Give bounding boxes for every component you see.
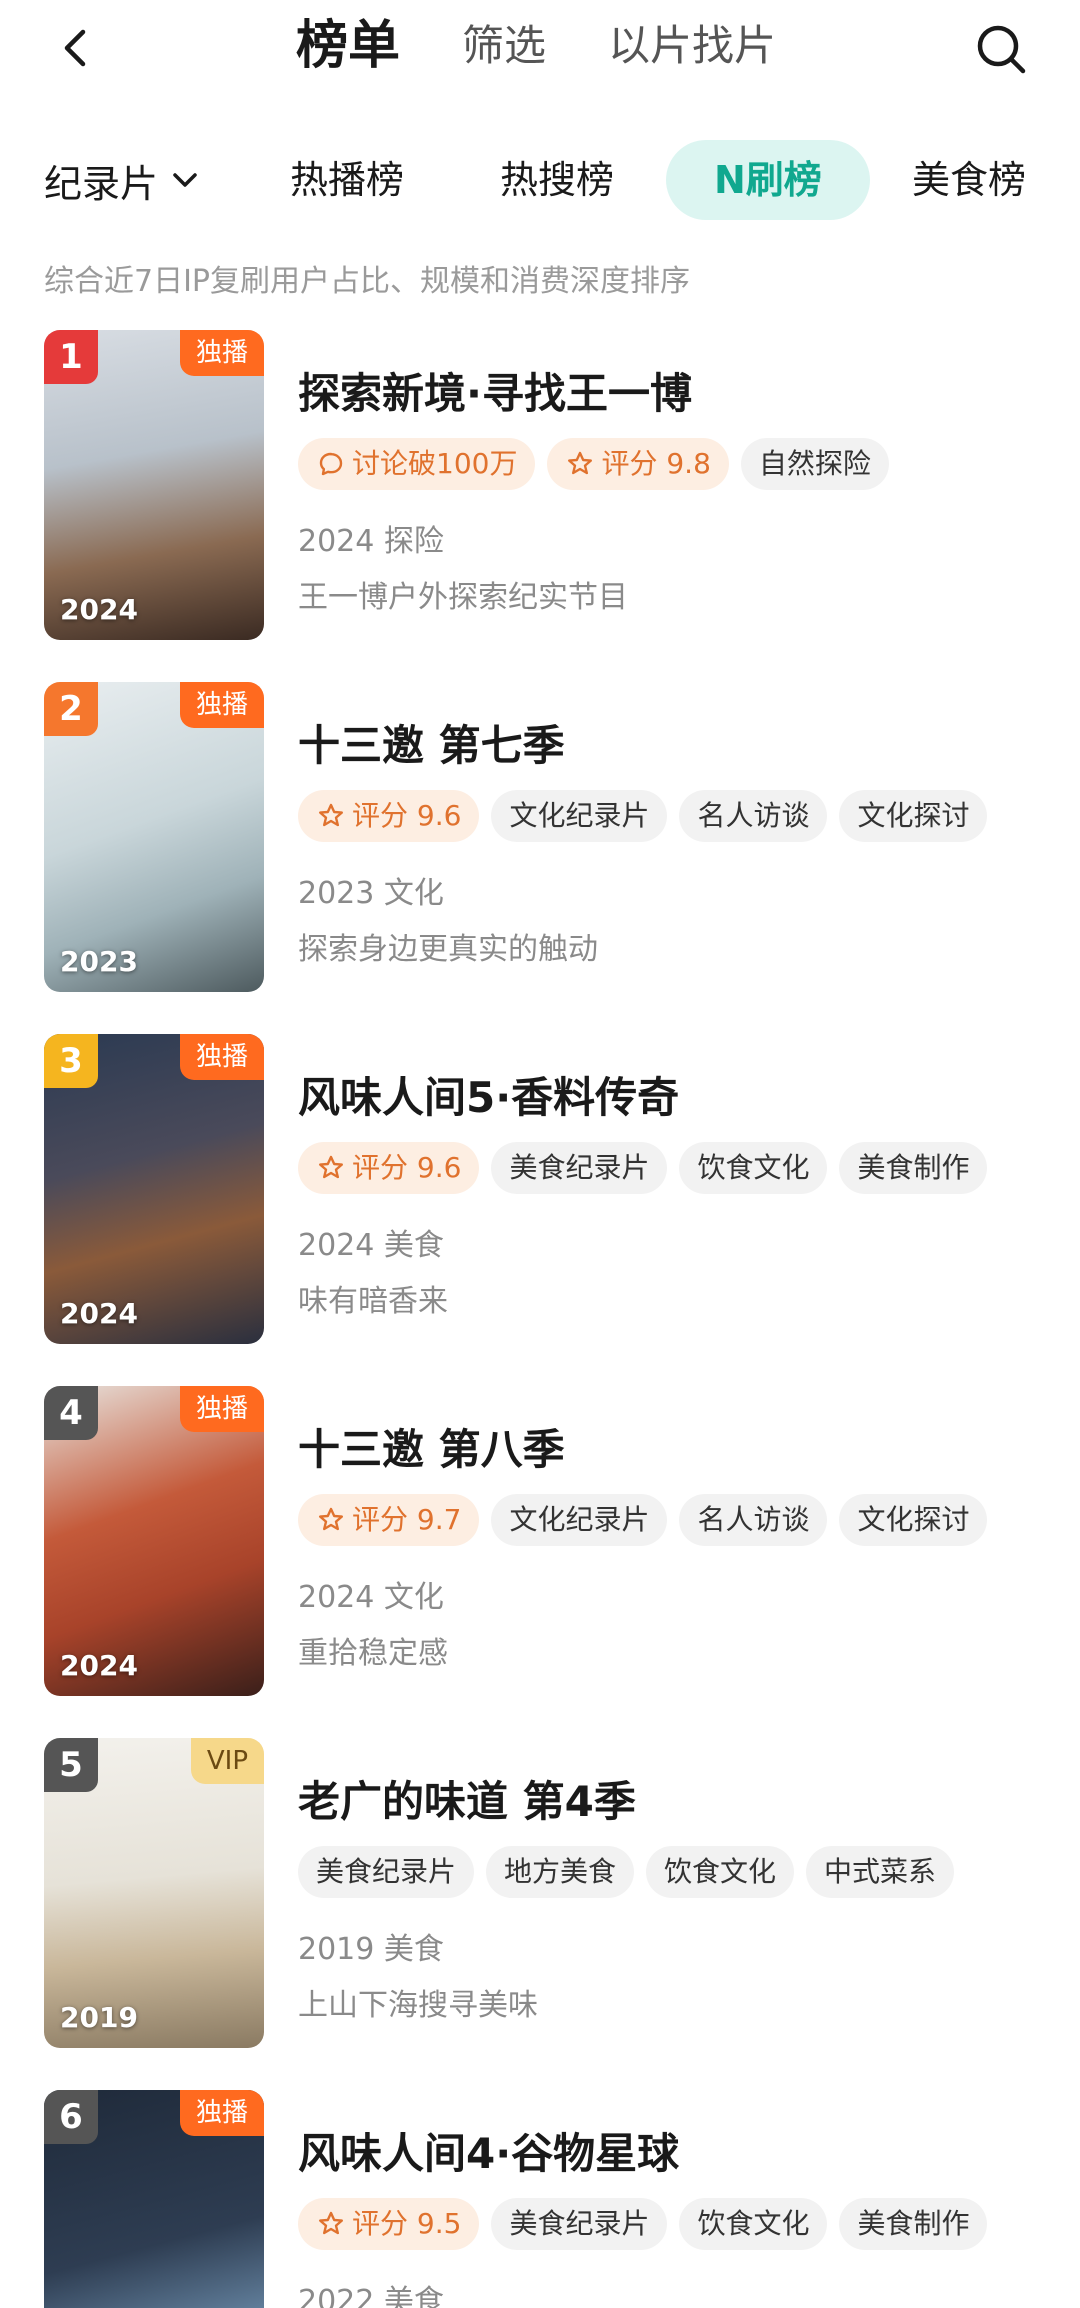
- poster[interactable]: 1 独播 2024: [44, 330, 264, 640]
- category-dropdown[interactable]: 纪录片: [44, 140, 202, 220]
- rank-badge: 4: [44, 1386, 98, 1440]
- genre-tag: 文化探讨: [839, 1494, 988, 1546]
- show-title[interactable]: 风味人间4·谷物星球: [298, 2120, 679, 2181]
- exclusive-badge: 独播: [179, 682, 264, 728]
- year-genre: 2022 美食: [298, 2284, 444, 2308]
- rank-badge: 3: [44, 1034, 98, 1088]
- category-dropdown-label: 纪录片: [44, 161, 159, 206]
- category-row: 纪录片 热播榜 热搜榜 N刷榜 美食榜: [0, 140, 1080, 220]
- rating-tag: 评分 9.7: [298, 1494, 480, 1546]
- rank-badge: 2: [44, 682, 98, 736]
- rating-tag-label: 评分 9.8: [601, 447, 711, 480]
- list-item[interactable]: 5 VIP 2019 老广的味道 第4季 美食纪录片 地方美食 饮食文化 中式菜…: [0, 1738, 1080, 2048]
- chevron-down-icon: [173, 173, 197, 187]
- tab-ranking[interactable]: 榜单: [296, 14, 400, 78]
- genre-tag: 饮食文化: [679, 1142, 828, 1194]
- ranking-page: 榜单 筛选 以片找片 纪录片 热播榜 热搜榜 N刷榜 美食榜 综合近7日IP复刷…: [0, 0, 1080, 2308]
- vip-badge: VIP: [190, 1738, 264, 1784]
- star-icon: [568, 451, 593, 475]
- star-icon: [318, 2211, 343, 2235]
- star-icon: [318, 1155, 343, 1179]
- exclusive-badge: 独播: [179, 1034, 264, 1080]
- show-description: 探索身边更真实的触动: [298, 932, 598, 967]
- poster-year: 2024: [60, 1649, 138, 1682]
- back-button[interactable]: [50, 22, 102, 74]
- discussion-tag: 讨论破100万: [298, 438, 536, 490]
- genre-tag: 美食纪录片: [491, 1142, 668, 1194]
- rating-tag: 评分 9.5: [298, 2198, 480, 2250]
- rank-badge: 1: [44, 330, 98, 384]
- exclusive-badge: 独播: [179, 330, 264, 376]
- year-genre: 2024 探险: [298, 524, 444, 559]
- poster[interactable]: 3 独播 2024: [44, 1034, 264, 1344]
- list-item[interactable]: 2 独播 2023 十三邀 第七季 评分 9.6 文化纪录片 名人访谈 文化探讨…: [0, 682, 1080, 992]
- show-title[interactable]: 十三邀 第七季: [298, 712, 565, 773]
- rating-tag: 评分 9.6: [298, 1142, 480, 1194]
- poster-year: 2019: [60, 2001, 138, 2034]
- genre-tag: 饮食文化: [646, 1846, 795, 1898]
- genre-tag: 美食纪录片: [298, 1846, 475, 1898]
- ranking-description: 综合近7日IP复刷用户占比、规模和消费深度排序: [44, 264, 691, 299]
- list-item[interactable]: 1 独播 2024 探索新境·寻找王一博 讨论破100万 评分 9.8 自然探险…: [0, 330, 1080, 640]
- chat-bubble-icon: [319, 452, 343, 476]
- genre-tag: 美食制作: [839, 1142, 988, 1194]
- poster-year: 2024: [60, 1297, 138, 1330]
- top-nav: 榜单 筛选 以片找片: [0, 0, 1080, 100]
- star-icon: [318, 1507, 343, 1531]
- year-genre: 2023 文化: [298, 876, 444, 911]
- genre-tag: 名人访谈: [679, 1494, 828, 1546]
- show-description: 上山下海搜寻美味: [298, 1988, 538, 2023]
- search-button[interactable]: [972, 20, 1030, 78]
- genre-tag: 美食制作: [839, 2198, 988, 2250]
- exclusive-badge: 独播: [179, 1386, 264, 1432]
- list-item[interactable]: 3 独播 2024 风味人间5·香料传奇 评分 9.6 美食纪录片 饮食文化 美…: [0, 1034, 1080, 1344]
- year-genre: 2019 美食: [298, 1932, 444, 1967]
- star-icon: [318, 803, 343, 827]
- show-description: 味有暗香来: [298, 1284, 448, 1319]
- genre-tag: 文化纪录片: [491, 1494, 668, 1546]
- poster[interactable]: 2 独播 2023: [44, 682, 264, 992]
- list-item[interactable]: 4 独播 2024 十三邀 第八季 评分 9.7 文化纪录片 名人访谈 文化探讨…: [0, 1386, 1080, 1696]
- rank-badge: 5: [44, 1738, 98, 1792]
- tab-filter[interactable]: 筛选: [462, 14, 546, 78]
- rating-tag-label: 评分 9.6: [352, 1151, 462, 1184]
- exclusive-badge: 独播: [179, 2090, 264, 2136]
- poster[interactable]: 6 独播: [44, 2090, 264, 2308]
- tab-hot-play[interactable]: 热播榜: [290, 140, 404, 220]
- show-title[interactable]: 老广的味道 第4季: [298, 1768, 636, 1829]
- year-genre: 2024 文化: [298, 1580, 444, 1615]
- search-icon: [977, 25, 1026, 74]
- tab-hot-search[interactable]: 热搜榜: [500, 140, 614, 220]
- genre-tag: 文化纪录片: [491, 790, 668, 842]
- show-title[interactable]: 十三邀 第八季: [298, 1416, 565, 1477]
- tab-food[interactable]: 美食榜: [912, 140, 1026, 220]
- back-arrow-icon: [64, 29, 86, 67]
- genre-tag: 美食纪录片: [491, 2198, 668, 2250]
- poster[interactable]: 5 VIP 2019: [44, 1738, 264, 2048]
- list-item[interactable]: 6 独播 风味人间4·谷物星球 评分 9.5 美食纪录片 饮食文化 美食制作 2…: [0, 2090, 1080, 2308]
- poster-year: 2023: [60, 945, 138, 978]
- rating-tag: 评分 9.6: [298, 790, 480, 842]
- rank-badge: 6: [44, 2090, 98, 2144]
- genre-tag: 饮食文化: [679, 2198, 828, 2250]
- discussion-tag-label: 讨论破100万: [352, 447, 518, 480]
- genre-tag: 自然探险: [740, 438, 889, 490]
- tab-n-rewatch[interactable]: N刷榜: [666, 140, 870, 220]
- genre-tag: 文化探讨: [839, 790, 988, 842]
- genre-tag: 中式菜系: [806, 1846, 955, 1898]
- show-title[interactable]: 风味人间5·香料传奇: [298, 1064, 679, 1125]
- tab-find-by-show[interactable]: 以片找片: [608, 14, 776, 78]
- year-genre: 2024 美食: [298, 1228, 444, 1263]
- rating-tag-label: 评分 9.5: [352, 2207, 462, 2240]
- genre-tag: 地方美食: [486, 1846, 635, 1898]
- genre-tag: 名人访谈: [679, 790, 828, 842]
- poster-year: 2024: [60, 593, 138, 626]
- rating-tag-label: 评分 9.7: [352, 1503, 462, 1536]
- show-description: 王一博户外探索纪实节目: [298, 580, 628, 615]
- show-title[interactable]: 探索新境·寻找王一博: [298, 360, 692, 421]
- poster[interactable]: 4 独播 2024: [44, 1386, 264, 1696]
- rating-tag-label: 评分 9.6: [352, 799, 462, 832]
- rating-tag: 评分 9.8: [547, 438, 729, 490]
- show-description: 重拾稳定感: [298, 1636, 448, 1671]
